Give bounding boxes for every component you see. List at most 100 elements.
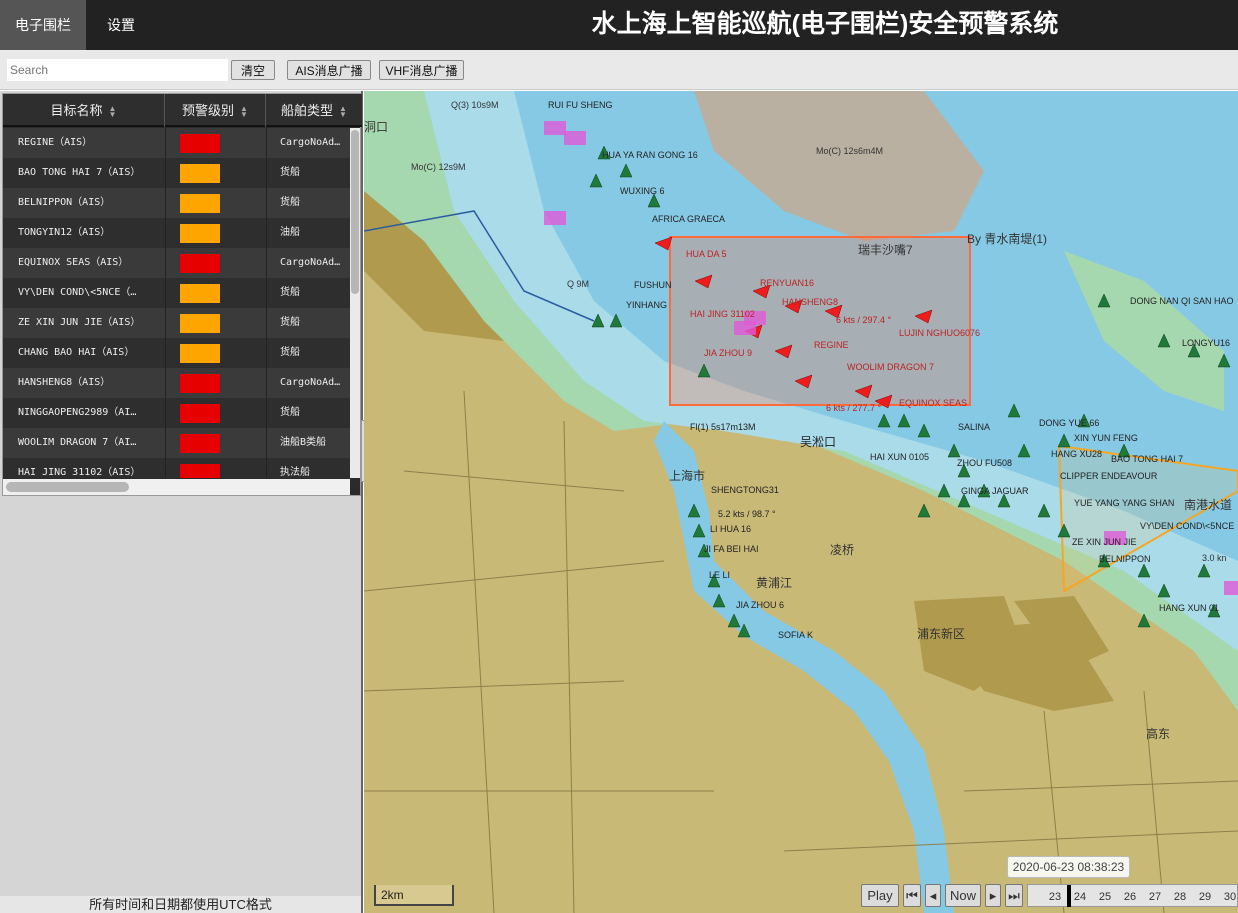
map-label: AFRICA GRAECA (652, 214, 725, 224)
map-label: YINHANG (626, 300, 667, 310)
map-label: JIA ZHOU 9 (704, 348, 752, 358)
ship-type: 执法船 (280, 467, 310, 478)
map-label: BELNIPPON (1099, 554, 1151, 564)
map-label: LI HUA 16 (710, 524, 751, 534)
column-ship-type[interactable]: 船舶类型 ▲ ▼ (266, 94, 362, 127)
target-name: NINGGAOPENG2989（AI… (18, 407, 137, 418)
map-label: YUE YANG YANG SHAN (1074, 498, 1174, 508)
target-name: VY\DEN COND\<5NCE（… (18, 287, 137, 298)
table-row[interactable]: BAO TONG HAI 7（AIS） 货船 (3, 158, 350, 188)
horizontal-scrollbar[interactable] (3, 479, 350, 495)
map-label: LONGYU16 (1182, 338, 1230, 348)
map-label: RENYUAN16 (760, 278, 814, 288)
table-row[interactable]: WOOLIM DRAGON 7（AI… 油船B类船 (3, 428, 350, 458)
scrollbar-thumb[interactable] (6, 482, 129, 492)
column-label: 船舶类型 (281, 103, 334, 118)
map-label: 南港水道 (1184, 497, 1232, 512)
ship-type: 油船B类船 (280, 437, 327, 448)
step-back-button[interactable]: ◂ (925, 884, 941, 907)
map-label: HUA DA 5 (686, 249, 727, 259)
table-row[interactable]: ZE XIN JUN JIE（AIS） 货船 (3, 308, 350, 338)
map-label: JI FA BEI HAI (704, 544, 759, 554)
nautical-chart-map[interactable]: RUI FU SHENG HUA YA RAN GONG 16 WUXING 6 AF… (364, 91, 1238, 913)
search-input[interactable] (7, 59, 228, 81)
timeline-tick: 29 (1198, 891, 1212, 903)
table-header: 目标名称 ▲ ▼ 预警级别 ▲ ▼ 船舶类型 ▲ ▼ (3, 94, 362, 127)
ship-type: 货船 (280, 167, 300, 178)
target-name: EQUINOX SEAS（AIS） (18, 257, 129, 268)
map-label: HAI JING 31102 (690, 309, 755, 319)
table-row[interactable]: EQUINOX SEAS（AIS） CargoNoAd… (3, 248, 350, 278)
map-label: RUI FU SHENG (548, 100, 613, 110)
tab-settings[interactable]: 设置 (86, 0, 156, 50)
map-label: By 青水南堤(1) (967, 231, 1047, 246)
map-label: EQUINOX SEAS (899, 398, 967, 408)
column-warning-level[interactable]: 预警级别 ▲ ▼ (165, 94, 266, 127)
vhf-broadcast-button[interactable]: VHF消息广播 (379, 60, 464, 80)
ship-type: CargoNoAd… (280, 377, 341, 388)
tab-electronic-fence[interactable]: 电子围栏 (0, 0, 86, 50)
timeline-tick: 28 (1173, 891, 1187, 903)
timeline-slider[interactable]: 23 24 25 26 27 28 29 30 (1027, 884, 1238, 907)
target-name: HANSHENG8（AIS） (18, 377, 111, 388)
map-label: HANG XUN 01 (1159, 603, 1219, 613)
map-label: HUA YA RAN GONG 16 (602, 150, 698, 160)
map-label: 6 kts / 297.4 ° (836, 315, 892, 325)
map-label: JIA ZHOU 6 (736, 600, 784, 610)
table-row[interactable]: REGINE（AIS） CargoNoAd… (3, 128, 350, 158)
warning-level-swatch (180, 434, 220, 453)
table-row[interactable]: BELNIPPON（AIS） 货船 (3, 188, 350, 218)
table-row[interactable]: NINGGAOPENG2989（AI… 货船 (3, 398, 350, 428)
table-row[interactable]: HANSHENG8（AIS） CargoNoAd… (3, 368, 350, 398)
ship-type: 货船 (280, 197, 300, 208)
map-label: DONG YUE 66 (1039, 418, 1099, 428)
table-row[interactable]: HAI JING 31102（AIS） 执法船 (3, 458, 350, 478)
timeline-tick: 25 (1098, 891, 1112, 903)
vertical-scrollbar[interactable] (350, 128, 360, 478)
column-label: 目标名称 (50, 103, 103, 118)
map-label: SALINA (958, 422, 990, 432)
warning-level-swatch (180, 194, 220, 213)
map-label: Q 9M (567, 279, 589, 289)
map-label: ZHOU FU508 (957, 458, 1012, 468)
map-label: 6 kts / 277.7 ° (826, 403, 882, 413)
anchorage-marker (1224, 581, 1238, 595)
chart-canvas[interactable]: RUI FU SHENG HUA YA RAN GONG 16 WUXING 6 AF… (364, 91, 1238, 913)
map-label: XIN YUN FENG (1074, 433, 1138, 443)
anchorage-marker (544, 211, 566, 225)
map-label: 凌桥 (830, 543, 854, 557)
map-label: 黄浦江 (756, 576, 792, 590)
map-label: Fl(1) 5s17m13M (690, 422, 756, 432)
scrollbar-thumb[interactable] (351, 130, 359, 294)
warning-level-swatch (180, 344, 220, 363)
map-label: 吴淞口 (800, 435, 836, 449)
step-forward-button[interactable]: ▸ (985, 884, 1001, 907)
timeline-cursor[interactable] (1067, 885, 1071, 907)
table-row[interactable]: VY\DEN COND\<5NCE（… 货船 (3, 278, 350, 308)
sort-icon: ▲ ▼ (339, 103, 347, 119)
skip-first-button[interactable]: ⏮ (903, 884, 921, 907)
map-label: DONG NAN QI SAN HAO (1130, 296, 1234, 306)
target-name: BELNIPPON（AIS） (18, 197, 111, 208)
map-label: BAO TONG HAI 7 (1111, 454, 1183, 464)
column-target-name[interactable]: 目标名称 ▲ ▼ (3, 94, 165, 127)
table-row[interactable]: CHANG BAO HAI（AIS） 货船 (3, 338, 350, 368)
table-body: REGINE（AIS） CargoNoAd… BAO TONG HAI 7（AIS）… (3, 128, 350, 478)
target-name: TONGYIN12（AIS） (18, 227, 111, 238)
map-label: 上海市 (669, 468, 705, 483)
map-label: SHENGTONG31 (711, 485, 779, 495)
table-row[interactable]: TONGYIN12（AIS） 油船 (3, 218, 350, 248)
ais-broadcast-button[interactable]: AIS消息广播 (287, 60, 371, 80)
now-button[interactable]: Now (945, 884, 981, 907)
map-label: GINGA JAGUAR (961, 486, 1029, 496)
timeline-tick: 27 (1148, 891, 1162, 903)
ship-type: 货船 (280, 407, 300, 418)
clear-button[interactable]: 清空 (231, 60, 275, 80)
target-name: CHANG BAO HAI（AIS） (18, 347, 135, 358)
map-label: HAI XUN 0105 (870, 452, 929, 462)
play-button[interactable]: Play (861, 884, 899, 907)
skip-last-button[interactable]: ⏭ (1005, 884, 1023, 907)
top-bar: 电子围栏 设置 水上海上智能巡航(电子围栏)安全预警系统 (0, 0, 1238, 50)
map-label: LUJIN NGHUO6076 (899, 328, 980, 338)
utc-note: 所有时间和日期都使用UTC格式 (0, 896, 361, 913)
